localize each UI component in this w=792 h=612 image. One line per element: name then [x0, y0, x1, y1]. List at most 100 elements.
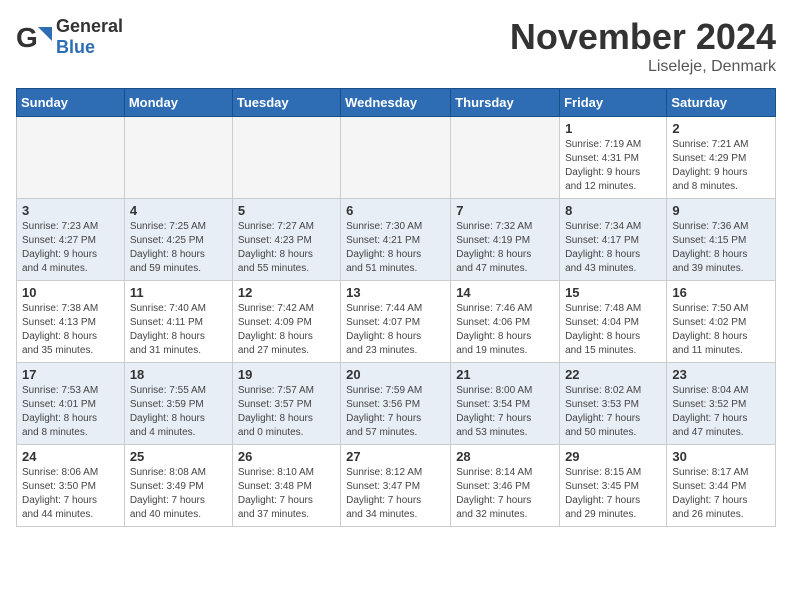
calendar-week-row: 3 Sunrise: 7:23 AMSunset: 4:27 PMDaylight…	[17, 199, 776, 281]
col-thursday: Thursday	[451, 89, 560, 117]
table-row: 5 Sunrise: 7:27 AMSunset: 4:23 PMDaylight…	[232, 199, 340, 281]
day-number: 13	[346, 285, 445, 300]
day-info: Sunrise: 8:06 AMSunset: 3:50 PMDaylight:…	[22, 466, 119, 522]
table-row: 27 Sunrise: 8:12 AMSunset: 3:47 PMDayligh…	[341, 445, 451, 527]
table-row	[451, 117, 560, 199]
calendar-week-row: 1 Sunrise: 7:19 AMSunset: 4:31 PMDaylight…	[17, 117, 776, 199]
table-row: 16 Sunrise: 7:50 AMSunset: 4:02 PMDayligh…	[667, 281, 776, 363]
table-row: 25 Sunrise: 8:08 AMSunset: 3:49 PMDayligh…	[124, 445, 232, 527]
day-info: Sunrise: 7:32 AMSunset: 4:19 PMDaylight:…	[456, 220, 554, 276]
day-number: 7	[456, 203, 554, 218]
day-number: 4	[130, 203, 227, 218]
day-number: 12	[238, 285, 335, 300]
logo-text: General Blue	[56, 16, 123, 58]
day-number: 23	[672, 367, 770, 382]
day-info: Sunrise: 7:59 AMSunset: 3:56 PMDaylight:…	[346, 384, 445, 440]
month-title: November 2024	[510, 16, 776, 58]
table-row: 29Sunrise: 8:15 AMSunset: 3:45 PMDayligh…	[560, 445, 667, 527]
table-row: 1 Sunrise: 7:19 AMSunset: 4:31 PMDaylight…	[560, 117, 667, 199]
table-row: 15Sunrise: 7:48 AMSunset: 4:04 PMDayligh…	[560, 281, 667, 363]
day-number: 24	[22, 449, 119, 464]
day-info: Sunrise: 7:27 AMSunset: 4:23 PMDaylight:…	[238, 220, 335, 276]
day-info: Sunrise: 7:19 AMSunset: 4:31 PMDaylight:…	[565, 138, 661, 194]
day-number: 2	[672, 121, 770, 136]
day-info: Sunrise: 7:34 AMSunset: 4:17 PMDaylight:…	[565, 220, 661, 276]
day-number: 10	[22, 285, 119, 300]
col-saturday: Saturday	[667, 89, 776, 117]
day-number: 28	[456, 449, 554, 464]
table-row: 17 Sunrise: 7:53 AMSunset: 4:01 PMDayligh…	[17, 363, 125, 445]
svg-text:G: G	[16, 22, 38, 53]
day-number: 18	[130, 367, 227, 382]
day-number: 6	[346, 203, 445, 218]
day-info: Sunrise: 8:08 AMSunset: 3:49 PMDaylight:…	[130, 466, 227, 522]
location: Liseleje, Denmark	[510, 58, 776, 76]
table-row	[124, 117, 232, 199]
col-friday: Friday	[560, 89, 667, 117]
logo-general-text: General	[56, 16, 123, 37]
table-row: 19Sunrise: 7:57 AMSunset: 3:57 PMDayligh…	[232, 363, 340, 445]
day-number: 9	[672, 203, 770, 218]
day-info: Sunrise: 8:12 AMSunset: 3:47 PMDaylight:…	[346, 466, 445, 522]
table-row: 26Sunrise: 8:10 AMSunset: 3:48 PMDayligh…	[232, 445, 340, 527]
day-info: Sunrise: 7:30 AMSunset: 4:21 PMDaylight:…	[346, 220, 445, 276]
col-wednesday: Wednesday	[341, 89, 451, 117]
col-sunday: Sunday	[17, 89, 125, 117]
day-info: Sunrise: 8:14 AMSunset: 3:46 PMDaylight:…	[456, 466, 554, 522]
table-row: 21 Sunrise: 8:00 AMSunset: 3:54 PMDayligh…	[451, 363, 560, 445]
day-info: Sunrise: 8:04 AMSunset: 3:52 PMDaylight:…	[672, 384, 770, 440]
day-info: Sunrise: 7:46 AMSunset: 4:06 PMDaylight:…	[456, 302, 554, 358]
day-number: 15	[565, 285, 661, 300]
day-number: 1	[565, 121, 661, 136]
day-number: 11	[130, 285, 227, 300]
table-row	[232, 117, 340, 199]
day-number: 25	[130, 449, 227, 464]
table-row: 7 Sunrise: 7:32 AMSunset: 4:19 PMDaylight…	[451, 199, 560, 281]
logo: G General Blue	[16, 16, 123, 58]
day-info: Sunrise: 7:44 AMSunset: 4:07 PMDaylight:…	[346, 302, 445, 358]
table-row: 10 Sunrise: 7:38 AMSunset: 4:13 PMDayligh…	[17, 281, 125, 363]
calendar-week-row: 10 Sunrise: 7:38 AMSunset: 4:13 PMDayligh…	[17, 281, 776, 363]
day-number: 16	[672, 285, 770, 300]
day-number: 3	[22, 203, 119, 218]
day-info: Sunrise: 7:23 AMSunset: 4:27 PMDaylight:…	[22, 220, 119, 276]
day-number: 30	[672, 449, 770, 464]
calendar-week-row: 24 Sunrise: 8:06 AMSunset: 3:50 PMDayligh…	[17, 445, 776, 527]
table-row	[17, 117, 125, 199]
table-row: 13 Sunrise: 7:44 AMSunset: 4:07 PMDayligh…	[341, 281, 451, 363]
table-row: 2 Sunrise: 7:21 AMSunset: 4:29 PMDaylight…	[667, 117, 776, 199]
day-info: Sunrise: 7:36 AMSunset: 4:15 PMDaylight:…	[672, 220, 770, 276]
table-row: 12 Sunrise: 7:42 AMSunset: 4:09 PMDayligh…	[232, 281, 340, 363]
day-info: Sunrise: 8:17 AMSunset: 3:44 PMDaylight:…	[672, 466, 770, 522]
day-info: Sunrise: 7:42 AMSunset: 4:09 PMDaylight:…	[238, 302, 335, 358]
table-row: 20 Sunrise: 7:59 AMSunset: 3:56 PMDayligh…	[341, 363, 451, 445]
day-info: Sunrise: 7:21 AMSunset: 4:29 PMDaylight:…	[672, 138, 770, 194]
day-number: 14	[456, 285, 554, 300]
day-number: 22	[565, 367, 661, 382]
day-number: 29	[565, 449, 661, 464]
day-number: 20	[346, 367, 445, 382]
day-number: 21	[456, 367, 554, 382]
calendar-header-row: Sunday Monday Tuesday Wednesday Thursday…	[17, 89, 776, 117]
table-row: 24 Sunrise: 8:06 AMSunset: 3:50 PMDayligh…	[17, 445, 125, 527]
day-info: Sunrise: 7:40 AMSunset: 4:11 PMDaylight:…	[130, 302, 227, 358]
day-number: 8	[565, 203, 661, 218]
day-number: 17	[22, 367, 119, 382]
logo-blue-text: Blue	[56, 37, 123, 58]
title-block: November 2024 Liseleje, Denmark	[510, 16, 776, 76]
logo-icon: G	[16, 19, 52, 55]
day-number: 5	[238, 203, 335, 218]
table-row: 23 Sunrise: 8:04 AMSunset: 3:52 PMDayligh…	[667, 363, 776, 445]
day-info: Sunrise: 8:00 AMSunset: 3:54 PMDaylight:…	[456, 384, 554, 440]
day-number: 27	[346, 449, 445, 464]
header: G General Blue November 2024 Liseleje, D…	[16, 16, 776, 76]
page: G General Blue November 2024 Liseleje, D…	[0, 0, 792, 543]
col-tuesday: Tuesday	[232, 89, 340, 117]
day-info: Sunrise: 7:25 AMSunset: 4:25 PMDaylight:…	[130, 220, 227, 276]
day-info: Sunrise: 7:50 AMSunset: 4:02 PMDaylight:…	[672, 302, 770, 358]
day-number: 19	[238, 367, 335, 382]
day-number: 26	[238, 449, 335, 464]
day-info: Sunrise: 7:38 AMSunset: 4:13 PMDaylight:…	[22, 302, 119, 358]
table-row: 9 Sunrise: 7:36 AMSunset: 4:15 PMDaylight…	[667, 199, 776, 281]
day-info: Sunrise: 7:53 AMSunset: 4:01 PMDaylight:…	[22, 384, 119, 440]
